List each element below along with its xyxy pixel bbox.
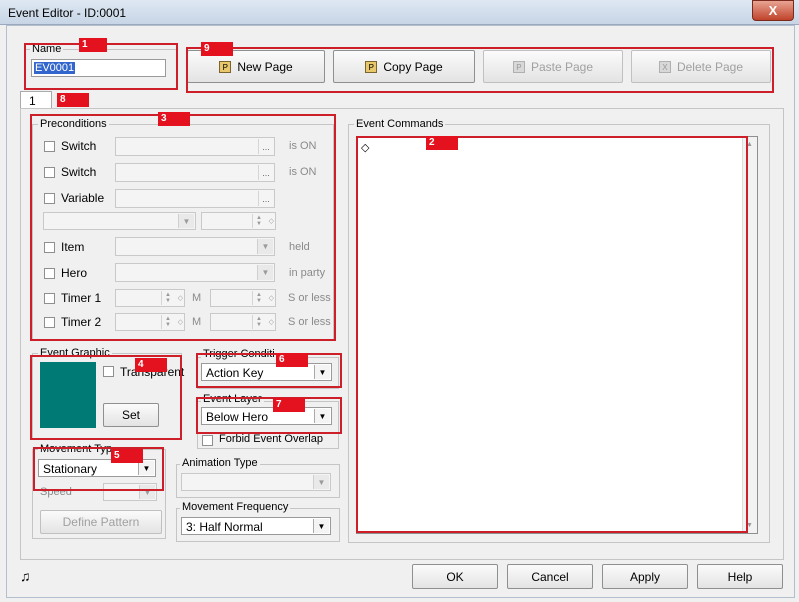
frequency-label: Movement Frequency bbox=[180, 501, 291, 513]
animation-label: Animation Type bbox=[180, 457, 260, 469]
page-tab-label: 1 bbox=[29, 94, 36, 108]
annotation-box-5 bbox=[33, 447, 164, 491]
music-note-icon[interactable]: ♫ bbox=[20, 568, 31, 584]
apply-button[interactable]: Apply bbox=[602, 564, 688, 589]
annotation-box-3 bbox=[30, 114, 336, 341]
event-commands-label: Event Commands bbox=[354, 118, 446, 130]
window-title: Event Editor - ID:0001 bbox=[8, 6, 127, 20]
annotation-tag-7: 7 bbox=[273, 398, 305, 412]
help-button[interactable]: Help bbox=[697, 564, 783, 589]
annotation-tag-3: 3 bbox=[158, 112, 190, 126]
ok-button[interactable]: OK bbox=[412, 564, 498, 589]
annotation-tag-5: 5 bbox=[111, 449, 143, 463]
forbid-overlap-label: Forbid Event Overlap bbox=[219, 433, 323, 445]
frequency-dropdown[interactable]: 3: Half Normal ▼ bbox=[181, 517, 331, 535]
annotation-tag-6: 6 bbox=[276, 353, 308, 367]
annotation-tag-2: 2 bbox=[426, 136, 458, 150]
define-pattern-button[interactable]: Define Pattern bbox=[40, 510, 162, 534]
forbid-overlap-checkbox[interactable] bbox=[202, 435, 213, 446]
chevron-down-icon[interactable]: ▼ bbox=[313, 519, 329, 533]
page-tab-1[interactable]: 1 bbox=[20, 91, 52, 109]
annotation-tag-4: 4 bbox=[135, 358, 167, 372]
annotation-box-6 bbox=[196, 353, 342, 388]
cancel-button[interactable]: Cancel bbox=[507, 564, 593, 589]
annotation-box-7 bbox=[196, 397, 342, 434]
annotation-tag-1: 1 bbox=[79, 38, 107, 52]
animation-dropdown[interactable]: ▼ bbox=[181, 473, 331, 491]
annotation-box-9 bbox=[186, 47, 774, 93]
annotation-box-2 bbox=[356, 136, 748, 533]
annotation-tag-8: 8 bbox=[57, 93, 89, 107]
frequency-value: 3: Half Normal bbox=[186, 520, 263, 534]
chevron-down-icon[interactable]: ▼ bbox=[313, 475, 329, 489]
annotation-tag-9: 9 bbox=[201, 42, 233, 56]
close-button[interactable]: X bbox=[752, 0, 794, 21]
